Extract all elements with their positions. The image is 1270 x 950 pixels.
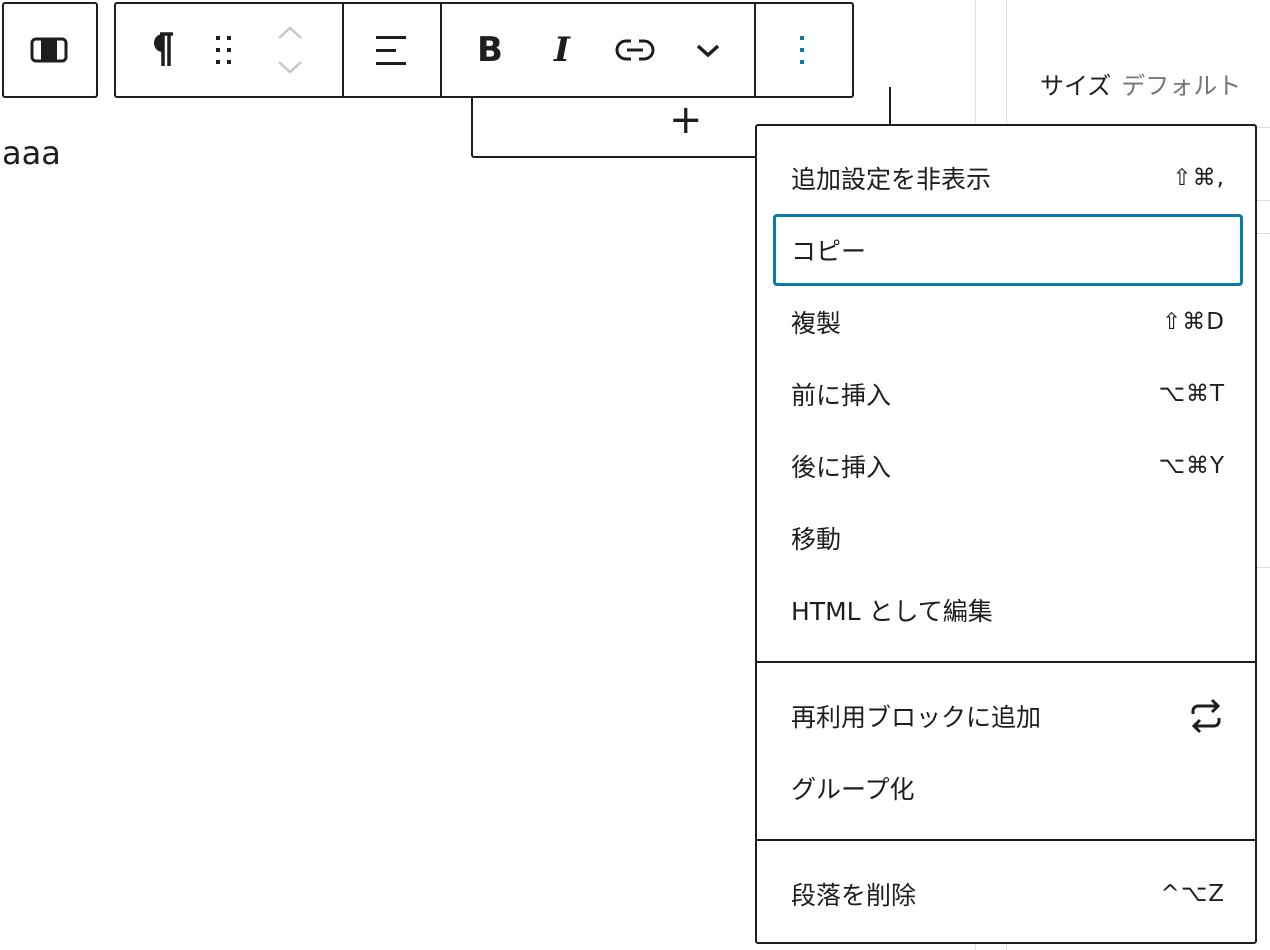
paragraph-button[interactable]	[136, 22, 188, 78]
menu-item-label: グループ化	[791, 775, 915, 804]
more-vertical-icon	[800, 36, 804, 64]
menu-item-duplicate[interactable]: 複製 ⇧⌘D	[773, 286, 1243, 358]
toolbar-separator	[342, 4, 344, 96]
menu-item-copy[interactable]: コピー	[773, 214, 1243, 286]
link-button[interactable]	[608, 24, 662, 76]
menu-item-label: 追加設定を非表示	[791, 165, 992, 194]
bold-button[interactable]: B	[466, 24, 514, 76]
menu-item-label: 段落を削除	[791, 881, 917, 910]
font-size-label: サイズ	[1040, 72, 1112, 100]
menu-item-insert-before[interactable]: 前に挿入 ⌥⌘T	[773, 358, 1243, 430]
menu-item-label: HTML として編集	[791, 597, 993, 626]
menu-divider	[757, 839, 1255, 841]
chevron-down-icon	[696, 44, 720, 58]
menu-item-shortcut: ⌥⌘T	[1158, 381, 1225, 407]
menu-item-insert-after[interactable]: 後に挿入 ⌥⌘Y	[773, 430, 1243, 502]
menu-item-label: 前に挿入	[791, 381, 892, 410]
menu-item-edit-html[interactable]: HTML として編集	[773, 574, 1243, 646]
menu-item-remove-paragraph[interactable]: 段落を削除 ^⌥Z	[773, 858, 1243, 930]
font-size-setting[interactable]: サイズ デフォルト	[1040, 66, 1241, 101]
italic-button[interactable]: I	[538, 24, 586, 76]
menu-divider	[757, 661, 1255, 663]
options-button[interactable]	[778, 24, 826, 76]
menu-item-label: 後に挿入	[791, 453, 892, 482]
block-options-menu: 追加設定を非表示 ⇧⌘, コピー 複製 ⇧⌘D 前に挿入 ⌥⌘T 後に挿入 ⌥⌘…	[755, 124, 1257, 944]
menu-item-label: 移動	[791, 525, 842, 554]
drag-handle-button[interactable]	[202, 22, 246, 78]
pilcrow-icon	[154, 32, 173, 66]
block-toolbar: B I	[114, 2, 854, 98]
font-size-value: デフォルト	[1121, 72, 1242, 100]
menu-item-shortcut: ^⌥Z	[1160, 881, 1225, 907]
plus-icon: +	[669, 97, 703, 143]
menu-item-add-reusable[interactable]: 再利用ブロックに追加	[773, 680, 1243, 752]
toolbar-separator	[754, 4, 756, 96]
paragraph-block[interactable]: aaa	[2, 133, 61, 173]
menu-item-label: コピー	[791, 237, 867, 266]
menu-item-shortcut: ⇧⌘D	[1162, 309, 1225, 335]
toolbar-separator	[440, 4, 442, 96]
menu-item-shortcut: ⌥⌘Y	[1158, 453, 1225, 479]
align-button[interactable]	[366, 24, 418, 76]
reusable-block-icon	[1191, 698, 1221, 734]
drag-handle-icon	[216, 36, 231, 64]
menu-item-shortcut: ⇧⌘,	[1172, 165, 1225, 191]
more-rich-text-button[interactable]	[682, 24, 734, 76]
align-left-icon	[376, 36, 406, 65]
menu-item-hide-settings[interactable]: 追加設定を非表示 ⇧⌘,	[773, 142, 1243, 214]
menu-item-label: 複製	[791, 309, 842, 338]
block-transform-button[interactable]	[2, 2, 98, 98]
menu-item-label: 再利用ブロックに追加	[791, 703, 1042, 732]
menu-item-move[interactable]: 移動	[773, 502, 1243, 574]
link-icon	[615, 39, 655, 61]
move-up-down-icon	[278, 26, 302, 74]
menu-item-group[interactable]: グループ化	[773, 752, 1243, 824]
block-transform-icon	[4, 4, 96, 96]
move-up-down-button[interactable]	[266, 14, 314, 86]
